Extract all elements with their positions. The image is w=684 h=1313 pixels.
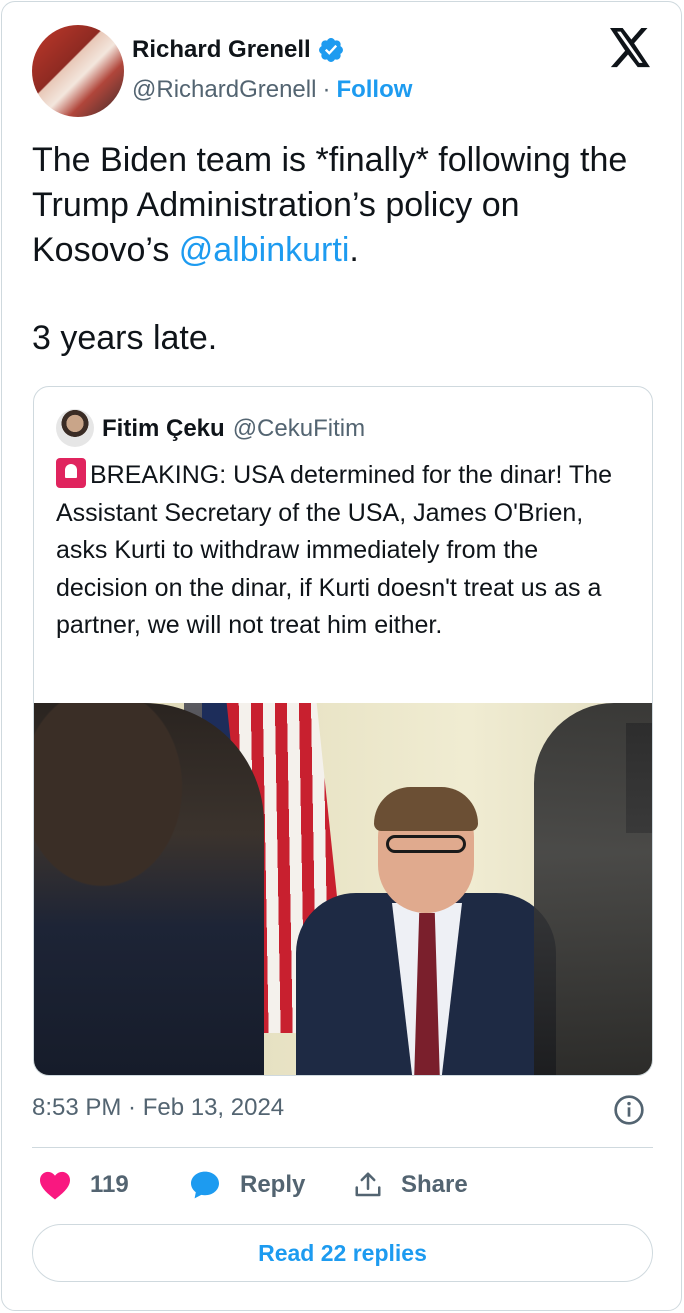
reply-label: Reply — [240, 1171, 306, 1198]
author-handle-row: @RichardGrenell · Follow — [132, 76, 412, 104]
tweet-paragraph-2: 3 years late. — [32, 319, 218, 357]
quoted-tweet-text: BREAKING: USA determined for the dinar! … — [56, 457, 636, 645]
tweet-paragraph-1: The Biden team is *finally* following th… — [32, 138, 652, 273]
handle-separator: · — [322, 76, 331, 103]
author-avatar[interactable] — [32, 25, 124, 117]
info-icon[interactable] — [613, 1094, 645, 1126]
follow-link[interactable]: Follow — [336, 76, 412, 104]
author-name-row: Richard Grenell — [132, 36, 345, 64]
quoted-tweet[interactable]: Fitim Çeku @CekuFitim BREAKING: USA dete… — [33, 386, 653, 1076]
quoted-text-body: BREAKING: USA determined for the dinar! … — [56, 461, 613, 639]
x-logo-icon[interactable] — [608, 28, 652, 68]
quoted-tweet-photo[interactable] — [34, 703, 652, 1075]
quoted-author-avatar[interactable] — [56, 409, 94, 447]
like-count: 119 — [90, 1171, 129, 1198]
quoted-author-handle[interactable]: @CekuFitim — [233, 415, 365, 443]
tweet-text: The Biden team is *finally* following th… — [32, 138, 652, 361]
quoted-author-row: Fitim Çeku @CekuFitim — [102, 415, 365, 443]
author-handle[interactable]: @RichardGrenell — [132, 76, 316, 104]
police-siren-icon — [56, 458, 86, 488]
tweet-card: Richard Grenell @RichardGrenell · Follow… — [1, 1, 682, 1311]
like-button[interactable]: 119 — [38, 1170, 188, 1200]
heart-icon — [40, 1171, 70, 1200]
reply-button[interactable]: Reply — [188, 1169, 353, 1201]
speech-bubble-icon — [191, 1171, 219, 1199]
tweet-timestamp[interactable]: 8:53 PM · Feb 13, 2024 — [32, 1094, 284, 1122]
verified-badge-icon — [318, 38, 343, 62]
share-upload-icon — [355, 1172, 381, 1197]
tweet-text-suffix: . — [349, 231, 359, 269]
mention-link[interactable]: @albinkurti — [179, 231, 350, 269]
divider — [32, 1147, 653, 1148]
photo-man-hair — [374, 787, 478, 831]
share-button[interactable]: Share — [353, 1170, 468, 1200]
photo-man-glasses — [386, 835, 466, 853]
share-label: Share — [401, 1171, 468, 1198]
photo-interviewer-head — [34, 703, 204, 913]
read-replies-button[interactable]: Read 22 replies — [32, 1224, 653, 1282]
author-display-name[interactable]: Richard Grenell — [132, 36, 311, 64]
photo-camera-equipment — [534, 703, 652, 1075]
quoted-author-name[interactable]: Fitim Çeku — [102, 415, 225, 443]
action-bar: 119 Reply Share — [38, 1167, 468, 1203]
